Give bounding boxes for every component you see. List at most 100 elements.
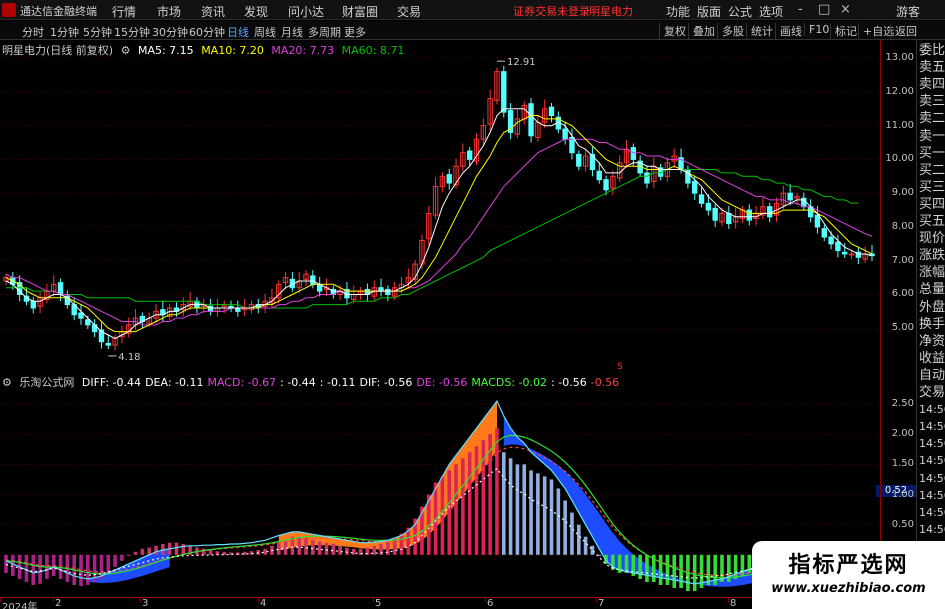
tool-restore-rights[interactable]: 复权: [659, 23, 686, 39]
candle-body: [705, 202, 712, 211]
period-monthly[interactable]: 月线: [281, 24, 303, 40]
right-panel-item[interactable]: 卖五: [919, 61, 945, 75]
candle-body: [466, 150, 473, 160]
indicator-chart[interactable]: [0, 392, 880, 597]
macd-bar: [508, 458, 513, 555]
right-panel-item[interactable]: 14:56: [919, 437, 945, 451]
price-tick: 13.00: [885, 52, 914, 64]
right-panel-item[interactable]: 14:56: [919, 523, 945, 537]
user-guest-label[interactable]: 游客: [896, 3, 920, 20]
right-panel-item[interactable]: 买五: [919, 215, 945, 229]
right-panel-item[interactable]: 交易: [919, 386, 945, 400]
menu-item-quotes[interactable]: 行情: [112, 3, 136, 20]
macd-bar: [276, 542, 281, 555]
period-intraday[interactable]: 分时: [22, 24, 44, 40]
menu-item-discover[interactable]: 发现: [244, 3, 268, 20]
period-daily[interactable]: 日线: [227, 24, 249, 40]
right-panel-item[interactable]: 涨跌: [919, 249, 945, 263]
right-panel-item[interactable]: 买三: [919, 180, 945, 195]
candle-body: [698, 194, 705, 204]
menu-item-layout[interactable]: 版面: [697, 3, 721, 20]
indicator-chart-canvas[interactable]: [0, 392, 880, 597]
ma5-line: [5, 108, 873, 339]
right-panel-item[interactable]: 外盘: [919, 300, 945, 315]
period-multi[interactable]: 多周期: [308, 24, 341, 40]
macd-bar: [467, 452, 472, 555]
right-panel-item[interactable]: 14:56: [919, 403, 945, 417]
date-tick-mark: [258, 598, 259, 602]
menu-item-news[interactable]: 资讯: [201, 3, 225, 20]
right-panel-item[interactable]: 涨幅: [919, 266, 945, 280]
menu-item-function[interactable]: 功能: [666, 3, 690, 20]
period-60min[interactable]: 60分钟: [189, 24, 225, 40]
tool-back[interactable]: 返回: [890, 23, 917, 39]
tool-statistics[interactable]: 统计: [746, 23, 773, 39]
main-legend: 明星电力(日线 前复权) ⚙ MA5: 7.15 MA10: 7.20 MA20…: [2, 42, 408, 58]
maximize-button[interactable]: □: [818, 2, 830, 17]
price-tick: 10.00: [885, 153, 914, 165]
right-panel-item[interactable]: 总量: [919, 283, 945, 297]
date-tick-mark: [728, 598, 729, 602]
settings-icon[interactable]: ⚙: [121, 44, 131, 57]
candle-body: [842, 251, 848, 255]
indicator-value-5: DIF: -0.56: [359, 376, 413, 389]
candle-body: [528, 103, 534, 137]
tool-draw-line[interactable]: 画线: [775, 23, 802, 39]
right-panel-item[interactable]: 换手: [919, 317, 945, 332]
right-panel-item[interactable]: 买一: [919, 146, 945, 161]
period-more[interactable]: 更多: [344, 24, 366, 40]
candle-body: [644, 172, 650, 184]
right-panel-item[interactable]: 卖三: [919, 95, 945, 109]
menu-item-market[interactable]: 市场: [157, 3, 181, 20]
price-chart-canvas[interactable]: 12.91 4.18: [0, 40, 880, 370]
trade-login-warning[interactable]: 证券交易未登录: [513, 3, 590, 19]
close-button[interactable]: ×: [840, 2, 851, 17]
right-panel-item[interactable]: 14:56: [919, 489, 945, 503]
right-panel-item[interactable]: 自动: [919, 368, 945, 383]
ma10-value: MA10: 7.20: [201, 44, 264, 57]
right-panel-item[interactable]: 卖一: [919, 129, 945, 144]
candle-body: [385, 288, 391, 295]
menu-item-trade[interactable]: 交易: [397, 3, 421, 20]
candle-body: [576, 153, 582, 167]
tool-f10[interactable]: F10: [804, 23, 829, 36]
right-panel-item[interactable]: 卖二: [919, 112, 945, 126]
tool-add-watchlist[interactable]: +自选: [858, 23, 894, 39]
macd-bar: [624, 554, 629, 573]
menu-item-formula[interactable]: 公式: [728, 3, 752, 20]
minimize-button[interactable]: -: [798, 2, 803, 17]
right-panel-item[interactable]: 委比: [919, 44, 945, 58]
tool-mark[interactable]: 标记: [830, 23, 857, 39]
indicator-tick: 1.00: [891, 488, 914, 500]
macd-bar: [556, 488, 561, 555]
right-panel-item[interactable]: 净资: [919, 334, 945, 349]
tool-multi-stock[interactable]: 多股: [717, 23, 744, 39]
right-panel-item[interactable]: 14:56: [919, 472, 945, 486]
tool-overlay[interactable]: 叠加: [688, 23, 715, 39]
right-panel-item[interactable]: 卖四: [919, 78, 945, 92]
price-chart[interactable]: 12.91 4.18: [0, 40, 880, 370]
right-panel-item[interactable]: 14:56: [919, 454, 945, 468]
right-panel-item[interactable]: 收益: [919, 351, 945, 366]
period-5min[interactable]: 5分钟: [83, 24, 112, 40]
indicator-settings-icon[interactable]: ⚙: [2, 376, 12, 389]
candle-body: [726, 212, 732, 225]
period-15min[interactable]: 15分钟: [114, 24, 150, 40]
right-panel-item[interactable]: 14:56: [919, 420, 945, 434]
macd-bar: [399, 533, 404, 555]
period-1min[interactable]: 1分钟: [50, 24, 79, 40]
date-tick: 6: [487, 598, 494, 609]
right-panel-item[interactable]: 14:56: [919, 506, 945, 520]
watermark-url: www.xuezhibiao.com: [771, 581, 926, 596]
menu-item-options[interactable]: 选项: [759, 3, 783, 20]
candle-body: [767, 206, 773, 218]
right-panel-item[interactable]: 买四: [919, 197, 945, 212]
right-panel-item[interactable]: 买二: [919, 163, 945, 178]
candle-body: [692, 180, 698, 194]
menu-item-wealth-circle[interactable]: 财富圈: [342, 3, 378, 20]
period-weekly[interactable]: 周线: [254, 24, 276, 40]
candle-body: [446, 174, 452, 184]
menu-item-ask[interactable]: 问小达: [288, 3, 324, 20]
right-panel-item[interactable]: 现价: [919, 232, 945, 246]
period-30min[interactable]: 30分钟: [152, 24, 188, 40]
